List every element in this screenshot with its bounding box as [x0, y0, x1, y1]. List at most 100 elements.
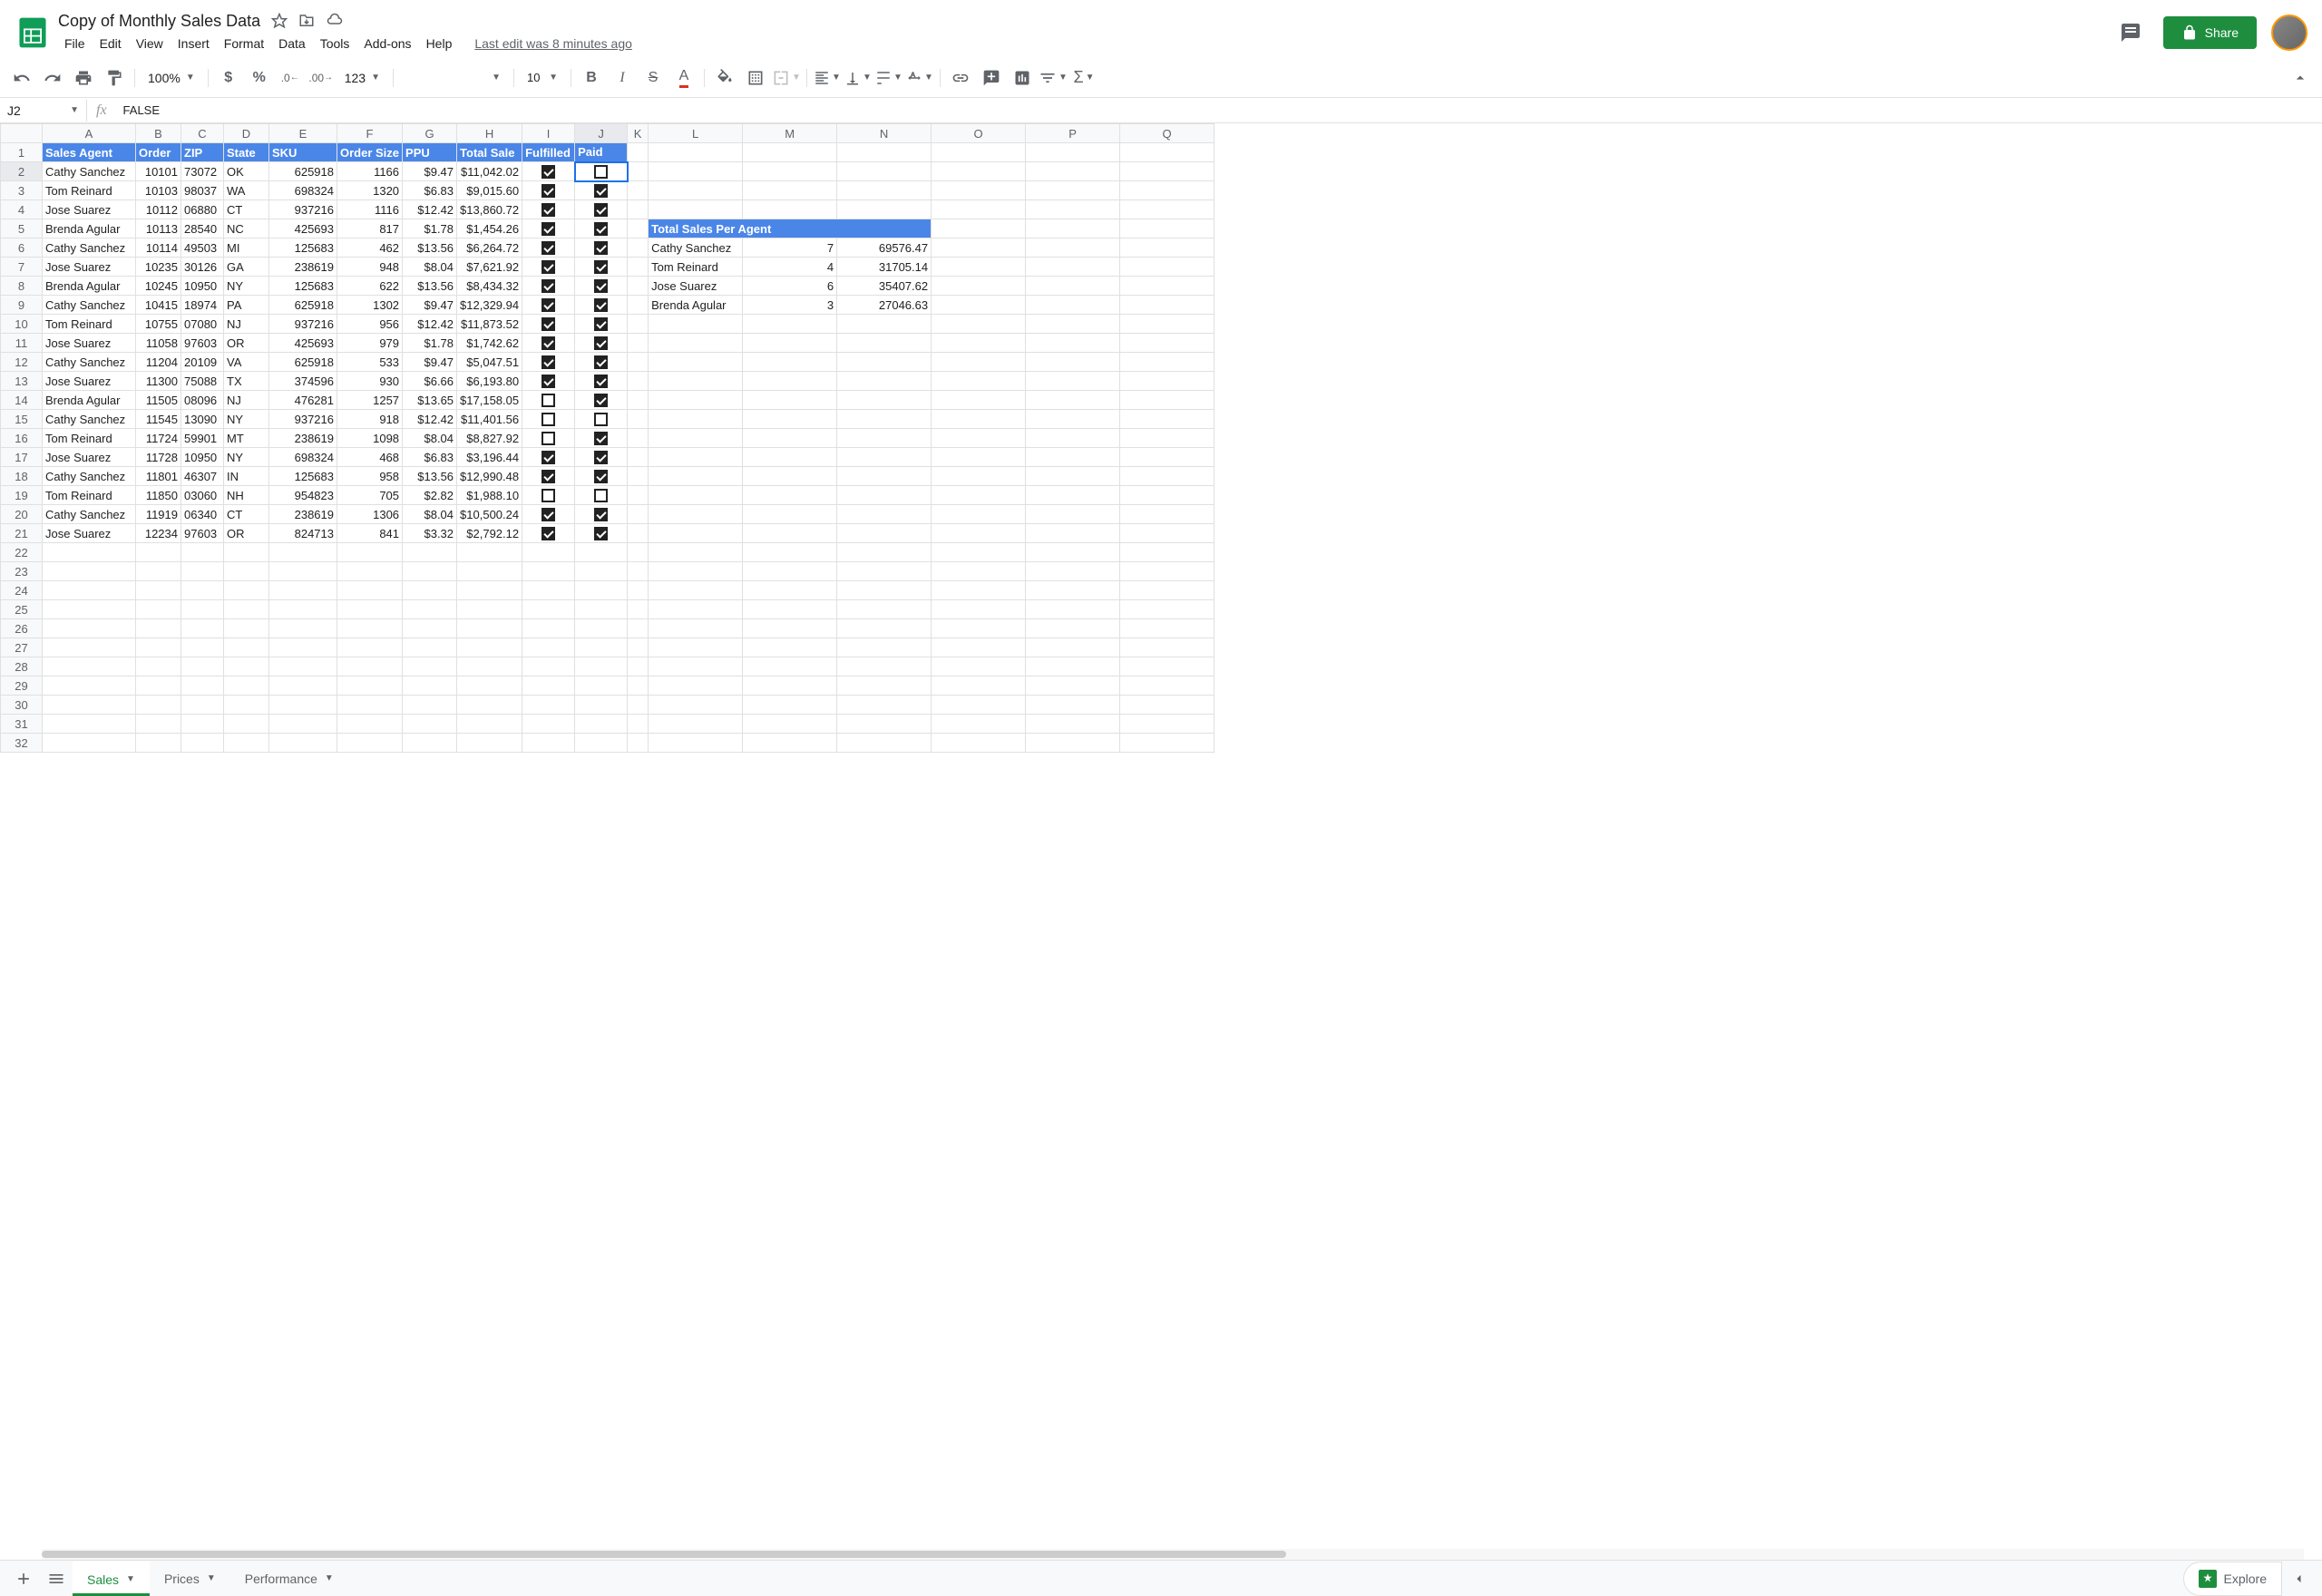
cell-order[interactable]: 10245: [136, 277, 181, 296]
cell-fulfilled[interactable]: [522, 296, 575, 315]
checkbox[interactable]: [594, 184, 608, 198]
cell[interactable]: [837, 676, 932, 696]
cell[interactable]: [1026, 258, 1120, 277]
cell-state[interactable]: NJ: [224, 391, 269, 410]
cell[interactable]: [932, 696, 1026, 715]
cell-sku[interactable]: 625918: [269, 296, 337, 315]
cell[interactable]: [649, 734, 743, 753]
cell-agent[interactable]: Tom Reinard: [43, 315, 136, 334]
cell-zip[interactable]: 73072: [181, 162, 224, 181]
cell[interactable]: [181, 734, 224, 753]
cell[interactable]: [43, 657, 136, 676]
merge-cells-button[interactable]: ▼: [772, 64, 801, 92]
checkbox[interactable]: [541, 508, 555, 521]
cell[interactable]: [837, 562, 932, 581]
cell-paid[interactable]: [575, 162, 628, 181]
cell[interactable]: [181, 696, 224, 715]
row-header-27[interactable]: 27: [1, 638, 43, 657]
cell-state[interactable]: GA: [224, 258, 269, 277]
cell[interactable]: [575, 543, 628, 562]
cell-ppu[interactable]: $1.78: [403, 334, 457, 353]
cell-zip[interactable]: 07080: [181, 315, 224, 334]
cell[interactable]: [649, 334, 743, 353]
cell[interactable]: [43, 696, 136, 715]
cell[interactable]: [181, 619, 224, 638]
cell[interactable]: [337, 676, 403, 696]
cell[interactable]: [628, 505, 649, 524]
cell-state[interactable]: NJ: [224, 315, 269, 334]
cell[interactable]: [932, 315, 1026, 334]
cell[interactable]: [1026, 429, 1120, 448]
cell[interactable]: [743, 486, 837, 505]
cell-zip[interactable]: 10950: [181, 448, 224, 467]
cell[interactable]: [1026, 467, 1120, 486]
row-header-2[interactable]: 2: [1, 162, 43, 181]
checkbox[interactable]: [541, 489, 555, 502]
cell[interactable]: [522, 734, 575, 753]
comments-button[interactable]: [2112, 15, 2149, 51]
cell-zip[interactable]: 20109: [181, 353, 224, 372]
checkbox[interactable]: [541, 279, 555, 293]
checkbox[interactable]: [541, 184, 555, 198]
cell[interactable]: [743, 467, 837, 486]
cell[interactable]: [649, 410, 743, 429]
cell-agent[interactable]: Cathy Sanchez: [43, 296, 136, 315]
cell[interactable]: [628, 315, 649, 334]
cell[interactable]: [743, 429, 837, 448]
cell[interactable]: [1120, 315, 1215, 334]
cell[interactable]: [337, 715, 403, 734]
cell[interactable]: [1120, 676, 1215, 696]
cell[interactable]: [649, 581, 743, 600]
checkbox[interactable]: [541, 527, 555, 540]
cell[interactable]: [837, 315, 932, 334]
summary-total[interactable]: 31705.14: [837, 258, 932, 277]
row-header-28[interactable]: 28: [1, 657, 43, 676]
cell-fulfilled[interactable]: [522, 200, 575, 219]
cell[interactable]: [181, 543, 224, 562]
cell-order[interactable]: 11545: [136, 410, 181, 429]
cell[interactable]: [932, 448, 1026, 467]
cell[interactable]: [743, 562, 837, 581]
cell[interactable]: [457, 562, 522, 581]
cell[interactable]: [743, 410, 837, 429]
cell[interactable]: [628, 410, 649, 429]
cell[interactable]: [403, 657, 457, 676]
cell-ppu[interactable]: $8.04: [403, 429, 457, 448]
currency-button[interactable]: $: [214, 64, 243, 92]
cell[interactable]: [269, 715, 337, 734]
strikethrough-button[interactable]: S: [639, 64, 668, 92]
cell-total[interactable]: $11,401.56: [457, 410, 522, 429]
cell[interactable]: [1026, 181, 1120, 200]
col-header-M[interactable]: M: [743, 124, 837, 143]
cell[interactable]: [1026, 353, 1120, 372]
cell[interactable]: [743, 524, 837, 543]
cell-zip[interactable]: 49503: [181, 238, 224, 258]
cell-paid[interactable]: [575, 200, 628, 219]
cell-zip[interactable]: 06340: [181, 505, 224, 524]
cell[interactable]: [181, 600, 224, 619]
cell-size[interactable]: 918: [337, 410, 403, 429]
cell[interactable]: [649, 505, 743, 524]
borders-button[interactable]: [741, 64, 770, 92]
cell-sku[interactable]: 625918: [269, 162, 337, 181]
cell[interactable]: [403, 543, 457, 562]
cell-order[interactable]: 10103: [136, 181, 181, 200]
cloud-icon[interactable]: [326, 13, 344, 29]
cell[interactable]: [837, 600, 932, 619]
cell-ppu[interactable]: $13.56: [403, 238, 457, 258]
menu-data[interactable]: Data: [272, 33, 312, 54]
cell[interactable]: [837, 715, 932, 734]
row-header-11[interactable]: 11: [1, 334, 43, 353]
cell-agent[interactable]: Brenda Agular: [43, 219, 136, 238]
cell[interactable]: [837, 657, 932, 676]
cell[interactable]: [649, 696, 743, 715]
cell[interactable]: [743, 676, 837, 696]
cell-size[interactable]: 1098: [337, 429, 403, 448]
cell[interactable]: [649, 200, 743, 219]
cell[interactable]: [1120, 505, 1215, 524]
cell[interactable]: [1120, 734, 1215, 753]
cell[interactable]: [1026, 162, 1120, 181]
redo-button[interactable]: [38, 64, 67, 92]
cell[interactable]: [628, 696, 649, 715]
cell[interactable]: [628, 619, 649, 638]
